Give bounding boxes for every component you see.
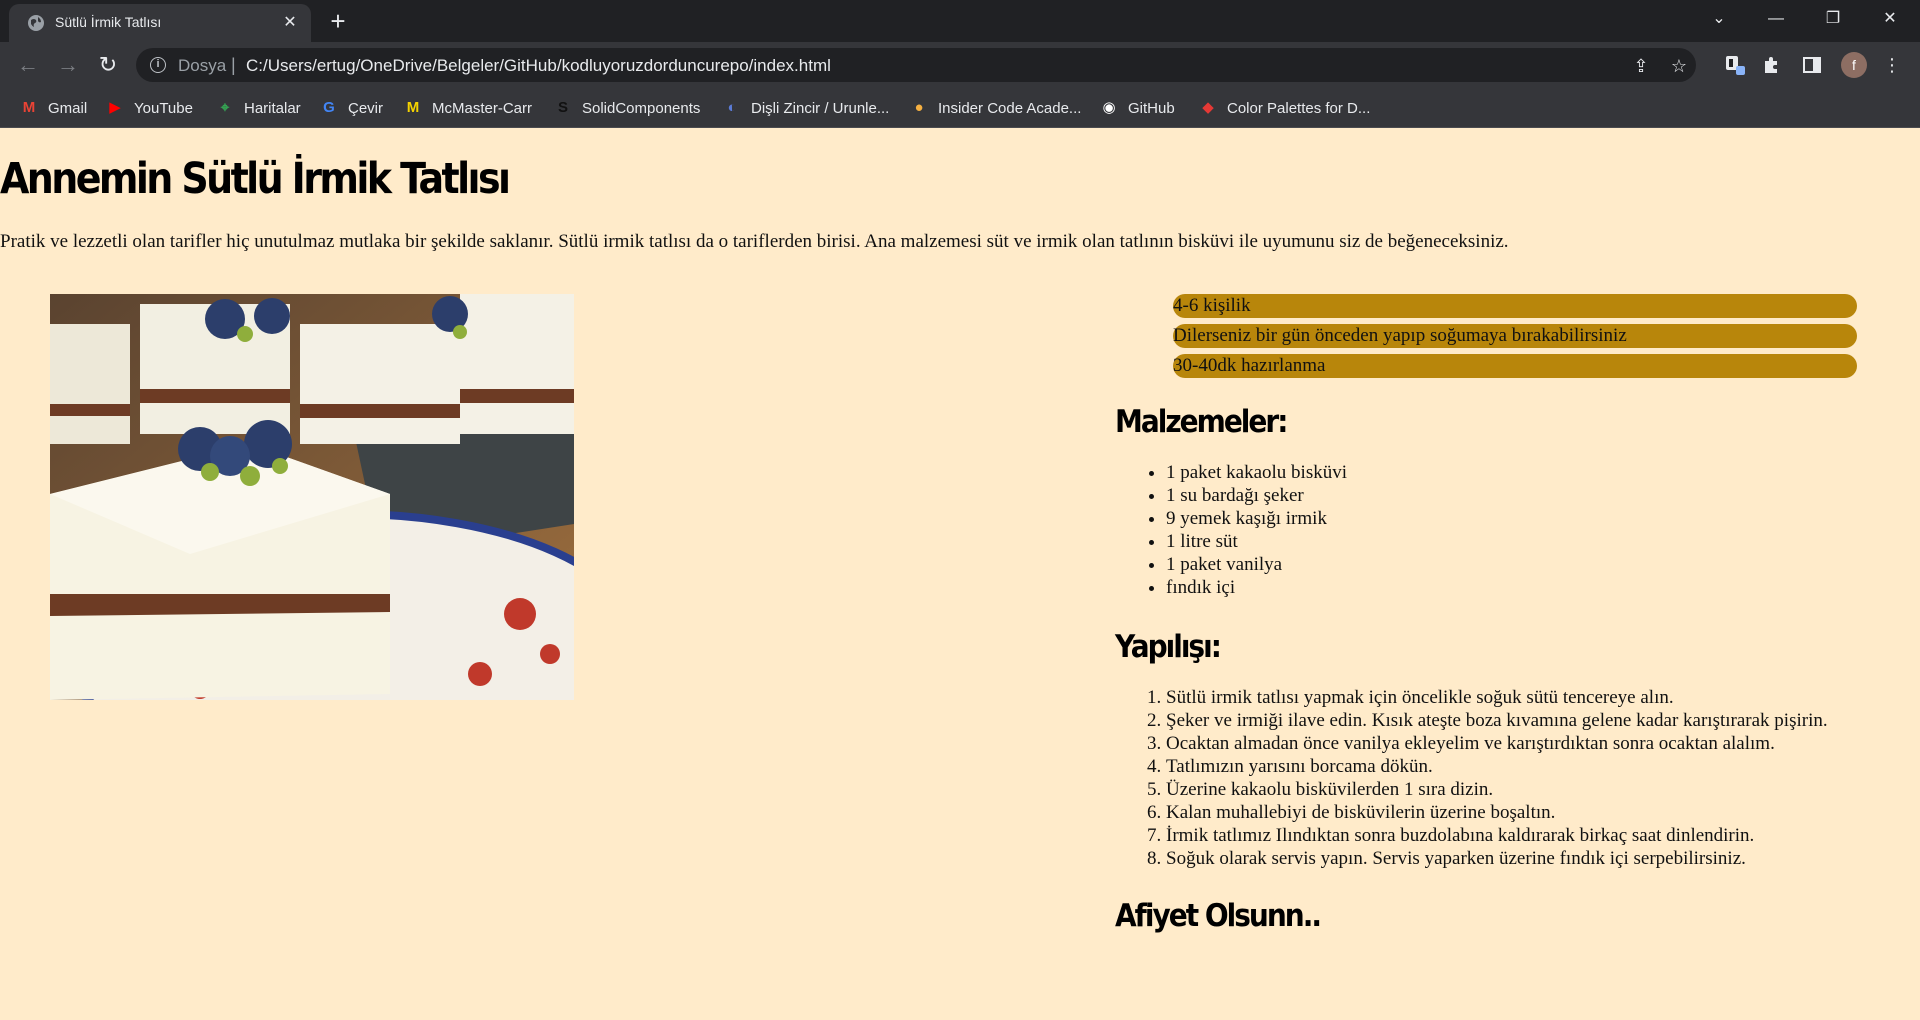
menu-icon[interactable]: ⋮ bbox=[1880, 53, 1904, 77]
github-icon: ◉ bbox=[1102, 99, 1116, 116]
intro-paragraph: Pratik ve lezzetli olan tarifler hiç unu… bbox=[0, 231, 1509, 252]
translate-icon: G bbox=[323, 99, 335, 116]
bookmark-item[interactable]: M McMaster-Carr bbox=[404, 96, 532, 120]
bookmark-item[interactable]: ◉ GitHub bbox=[1100, 96, 1175, 120]
bookmark-label: Gmail bbox=[48, 99, 88, 117]
close-window-button[interactable]: ✕ bbox=[1874, 6, 1906, 32]
back-button[interactable]: ← bbox=[14, 51, 42, 79]
profile-avatar[interactable]: f bbox=[1841, 52, 1867, 78]
browser-toolbar: ← → ↻ i Dosya | C:/Users/ertug/OneDrive/… bbox=[0, 42, 1920, 88]
steps-heading: Yapılışı: bbox=[1115, 628, 1222, 665]
maps-icon: ⌖ bbox=[220, 99, 230, 116]
info-servings: 4-6 kişilik bbox=[1173, 294, 1857, 318]
forward-button[interactable]: → bbox=[54, 51, 82, 79]
reload-button[interactable]: ↻ bbox=[94, 51, 122, 79]
bookmark-item[interactable]: ● Insider Code Acade... bbox=[910, 96, 1081, 120]
ingredients-list: 1 paket kakaolu bisküvi 1 su bardağı şek… bbox=[1166, 461, 1347, 599]
ingredients-heading: Malzemeler: bbox=[1115, 403, 1288, 440]
bookmark-label: GitHub bbox=[1128, 99, 1175, 117]
bookmark-label: Insider Code Acade... bbox=[938, 99, 1082, 117]
list-item: Üzerine kakaolu bisküvilerden 1 sıra diz… bbox=[1166, 778, 1828, 801]
list-item: Ocaktan almadan önce vanilya ekleyelim v… bbox=[1166, 732, 1828, 755]
palette-icon: ◆ bbox=[1202, 99, 1214, 116]
info-prep-time: 30-40dk hazırlanma bbox=[1173, 354, 1857, 378]
bookmark-label: YouTube bbox=[134, 99, 193, 117]
globe-icon bbox=[28, 15, 44, 31]
bookmark-label: Color Palettes for D... bbox=[1227, 99, 1371, 117]
bookmark-item[interactable]: ▶ YouTube bbox=[106, 96, 193, 120]
bookmark-item[interactable]: S SolidComponents bbox=[554, 96, 700, 120]
list-item: 9 yemek kaşığı irmik bbox=[1166, 507, 1347, 530]
list-item: Soğuk olarak servis yapın. Servis yapark… bbox=[1166, 847, 1828, 870]
gmail-icon: M bbox=[22, 99, 36, 116]
list-item: Kalan muhallebiyi de bisküvilerin üzerin… bbox=[1166, 801, 1828, 824]
new-tab-button[interactable]: + bbox=[324, 8, 352, 36]
info-icon[interactable]: i bbox=[150, 57, 166, 73]
closing-heading: Afiyet Olsunn.. bbox=[1115, 897, 1322, 934]
list-item: Şeker ve irmiği ilave edin. Kısık ateşte… bbox=[1166, 709, 1828, 732]
list-item: 1 su bardağı şeker bbox=[1166, 484, 1347, 507]
share-icon[interactable]: ⇪ bbox=[1630, 55, 1652, 77]
url-text[interactable]: C:/Users/ertug/OneDrive/Belgeler/GitHub/… bbox=[246, 56, 831, 76]
minimize-button[interactable]: — bbox=[1760, 6, 1792, 32]
info-tip: Dilerseniz bir gün önceden yapıp soğumay… bbox=[1173, 324, 1857, 348]
list-item: Tatlımızın yarısını borcama dökün. bbox=[1166, 755, 1828, 778]
side-panel-icon[interactable] bbox=[1800, 53, 1824, 77]
page-content: Annemin Sütlü İrmik Tatlısı Pratik ve le… bbox=[0, 128, 1920, 1020]
chain-icon: ◐ bbox=[727, 99, 737, 116]
restore-button[interactable]: ❐ bbox=[1817, 6, 1849, 32]
solidcomponents-icon: S bbox=[557, 99, 568, 116]
recipe-info-list: 4-6 kişilik Dilerseniz bir gün önceden y… bbox=[1173, 294, 1857, 384]
bookmark-label: McMaster-Carr bbox=[432, 99, 532, 117]
bookmark-label: Haritalar bbox=[244, 99, 301, 117]
bookmark-item[interactable]: ◆ Color Palettes for D... bbox=[1199, 96, 1370, 120]
bookmark-label: Çevir bbox=[348, 99, 384, 117]
bookmark-item[interactable]: M Gmail bbox=[20, 96, 87, 120]
puzzle-icon[interactable] bbox=[1760, 53, 1784, 77]
list-item: İrmik tatlımız Ilındıktan sonra buzdolab… bbox=[1166, 824, 1828, 847]
bookmark-item[interactable]: ◐ Dişli Zincir / Urunle... bbox=[723, 96, 889, 120]
list-item: Sütlü irmik tatlısı yapmak için öncelikl… bbox=[1166, 686, 1828, 709]
bookmark-star-icon[interactable]: ☆ bbox=[1668, 55, 1690, 77]
mcmaster-icon: M bbox=[406, 99, 420, 116]
page-title: Annemin Sütlü İrmik Tatlısı bbox=[0, 154, 511, 204]
address-bar[interactable]: i Dosya | C:/Users/ertug/OneDrive/Belgel… bbox=[136, 48, 1696, 82]
tab-search-icon[interactable]: ⌄ bbox=[1703, 6, 1735, 32]
list-item: 1 litre süt bbox=[1166, 530, 1347, 553]
title-bar: Sütlü İrmik Tatlısı ✕ + ⌄ — ❐ ✕ bbox=[0, 0, 1920, 42]
bookmarks-bar: M Gmail ▶ YouTube ⌖ Haritalar G Çevir M McMaster-… bbox=[0, 88, 1920, 128]
bookmark-label: Dişli Zincir / Urunle... bbox=[751, 99, 890, 117]
list-item: fındık içi bbox=[1166, 576, 1347, 599]
list-item: 1 paket vanilya bbox=[1166, 553, 1347, 576]
steps-list: Sütlü irmik tatlısı yapmak için öncelikl… bbox=[1166, 686, 1828, 870]
browser-tab[interactable]: Sütlü İrmik Tatlısı ✕ bbox=[9, 4, 311, 42]
bookmark-label: SolidComponents bbox=[582, 99, 701, 117]
extension-icon[interactable] bbox=[1723, 53, 1747, 77]
tab-title: Sütlü İrmik Tatlısı bbox=[55, 14, 162, 30]
insider-icon: ● bbox=[914, 99, 924, 116]
bookmark-item[interactable]: G Çevir bbox=[320, 96, 383, 120]
close-tab-icon[interactable]: ✕ bbox=[279, 12, 301, 34]
scheme-label: Dosya bbox=[178, 56, 227, 75]
list-item: 1 paket kakaolu bisküvi bbox=[1166, 461, 1347, 484]
bookmark-item[interactable]: ⌖ Haritalar bbox=[216, 96, 301, 120]
youtube-icon: ▶ bbox=[109, 99, 121, 116]
dessert-photo bbox=[50, 294, 574, 700]
scheme-separator: | bbox=[231, 55, 236, 75]
